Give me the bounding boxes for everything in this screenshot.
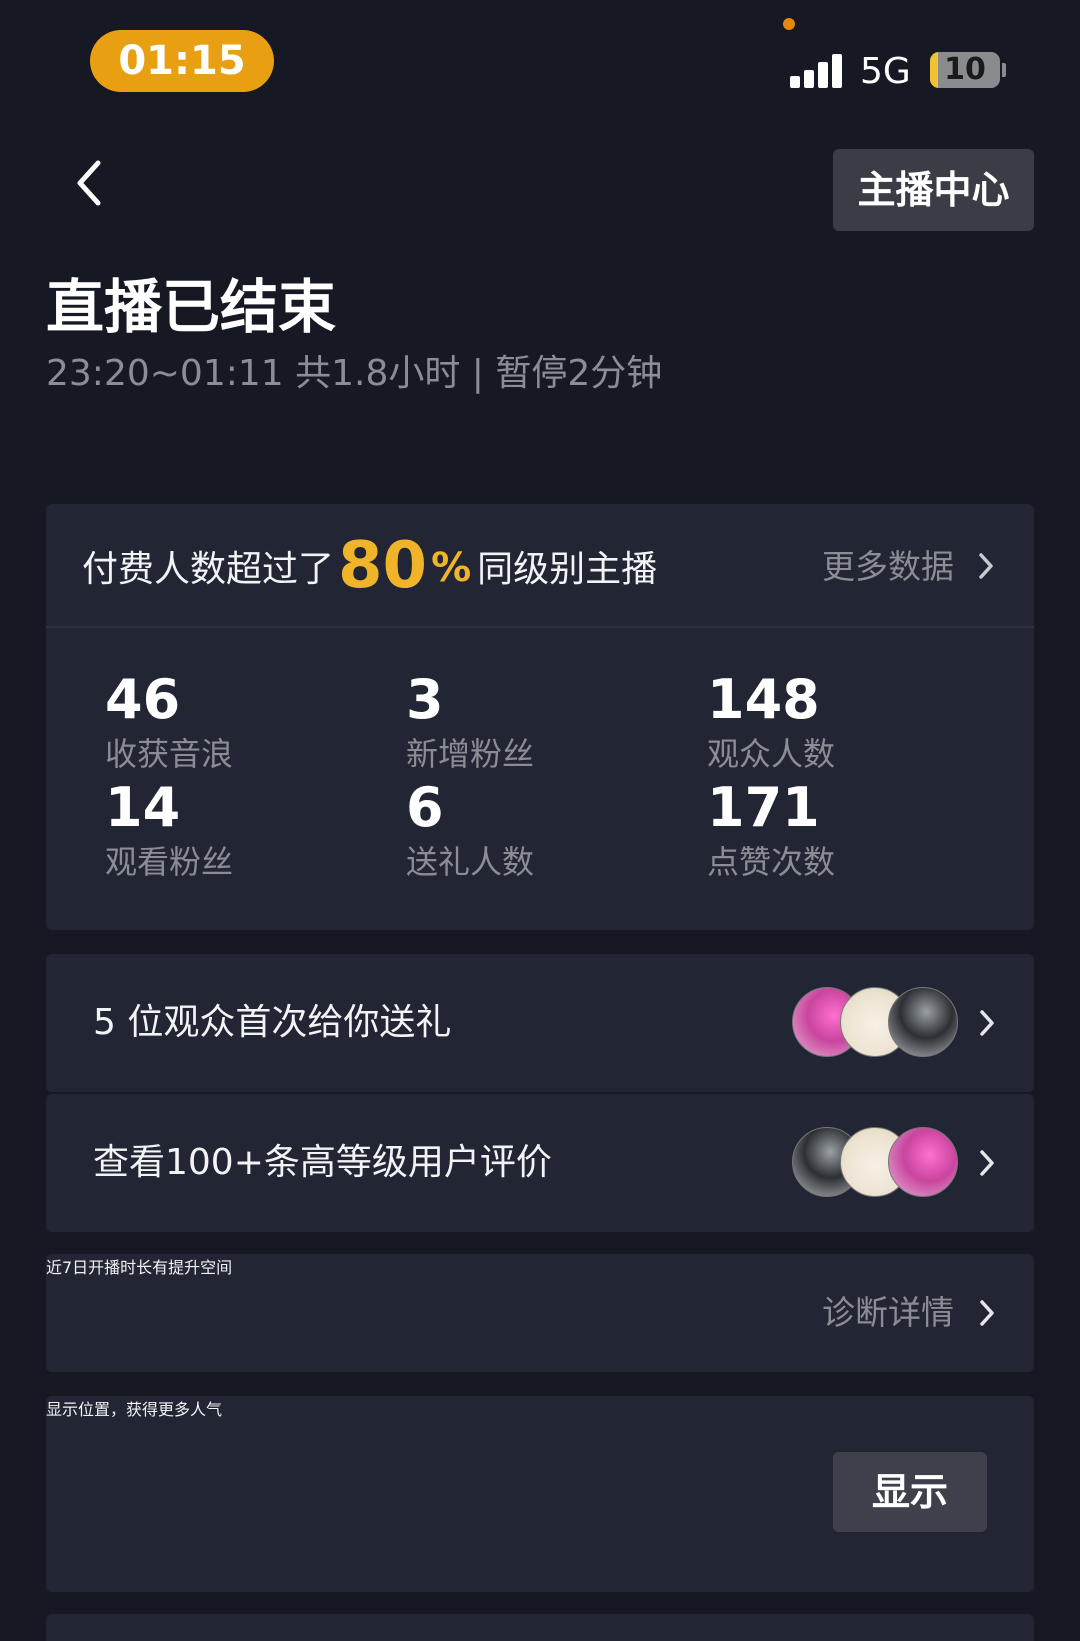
gift-avatar-stack	[792, 987, 962, 1059]
battery-percent: 10	[944, 52, 986, 87]
anchor-center-button[interactable]: 主播中心	[833, 149, 1034, 231]
stat-value: 3	[406, 668, 444, 731]
user-reviews-label: 查看100+条高等级用户评价	[93, 1142, 552, 1183]
stats-card: 付费人数超过了80% 同级别主播 更多数据 46 收获音浪 3 新增粉丝 148 …	[46, 504, 1034, 930]
pay-rank-text: 付费人数超过了80% 同级别主播	[82, 534, 658, 598]
diagnosis-label: 近7日开播时长有提升空间	[46, 1258, 233, 1277]
stat-gift-senders: 6 送礼人数	[406, 778, 686, 884]
user-reviews-row[interactable]: 查看100+条高等级用户评价	[46, 1094, 1034, 1232]
recording-indicator-dot	[783, 18, 795, 30]
stat-label: 新增粉丝	[406, 735, 535, 773]
avatar	[888, 987, 958, 1057]
more-data-link[interactable]: 更多数据	[822, 544, 954, 590]
live-duration-subtitle: 23:20~01:11 共1.8小时 | 暂停2分钟	[46, 353, 663, 394]
stat-value: 171	[707, 776, 820, 839]
live-summary-page: 01:15 5G 10 主播中心 直播已结束 23:20~01:11 共1.8小…	[0, 0, 1080, 1641]
pay-rank-percent-sign: %	[431, 545, 472, 591]
avatar	[888, 1127, 958, 1197]
battery-icon: 10	[930, 52, 1000, 88]
chevron-right-icon	[979, 553, 993, 579]
show-location-label: 显示位置，获得更多人气	[46, 1400, 223, 1419]
pay-rank-prefix: 付费人数超过了	[82, 549, 335, 590]
first-gift-row[interactable]: 5 位观众首次给你送礼	[46, 954, 1034, 1092]
first-gift-label: 5 位观众首次给你送礼	[93, 1002, 452, 1043]
review-avatar-stack	[792, 1127, 962, 1199]
status-time: 01:15	[90, 30, 274, 92]
chevron-right-icon	[980, 1150, 994, 1176]
chevron-left-icon	[77, 160, 101, 206]
pay-rank-header[interactable]: 付费人数超过了80% 同级别主播 更多数据	[46, 504, 1034, 628]
stat-new-fans: 3 新增粉丝	[406, 670, 686, 776]
show-location-button[interactable]: 显示	[833, 1452, 987, 1532]
show-location-row: 显示位置，获得更多人气 显示	[46, 1396, 1034, 1592]
stat-value: 46	[105, 668, 181, 731]
stat-value: 14	[105, 776, 181, 839]
stat-sound-waves: 46 收获音浪	[105, 670, 385, 776]
battery-tip	[1002, 63, 1006, 77]
back-button[interactable]	[70, 155, 110, 211]
page-title: 直播已结束	[46, 273, 337, 341]
next-card-partial	[46, 1614, 1034, 1641]
signal-strength-icon	[790, 52, 846, 88]
stat-viewers: 148 观众人数	[707, 670, 987, 776]
stat-value: 6	[406, 776, 444, 839]
pay-rank-suffix: 同级别主播	[477, 549, 658, 590]
stat-watching-fans: 14 观看粉丝	[105, 778, 385, 884]
stat-label: 收获音浪	[105, 735, 234, 773]
stat-value: 148	[707, 668, 820, 731]
stat-label: 观众人数	[707, 735, 836, 773]
chevron-right-icon	[980, 1300, 994, 1326]
streaming-diagnosis-row[interactable]: 近7日开播时长有提升空间 诊断详情	[46, 1254, 1034, 1372]
stat-label: 送礼人数	[406, 843, 535, 881]
stat-label: 点赞次数	[707, 843, 836, 881]
stat-label: 观看粉丝	[105, 843, 234, 881]
stat-likes: 171 点赞次数	[707, 778, 987, 884]
pay-rank-percent: 80	[338, 529, 428, 603]
network-type: 5G	[860, 51, 911, 92]
chevron-right-icon	[980, 1010, 994, 1036]
diagnosis-details-link[interactable]: 诊断详情	[822, 1290, 954, 1336]
